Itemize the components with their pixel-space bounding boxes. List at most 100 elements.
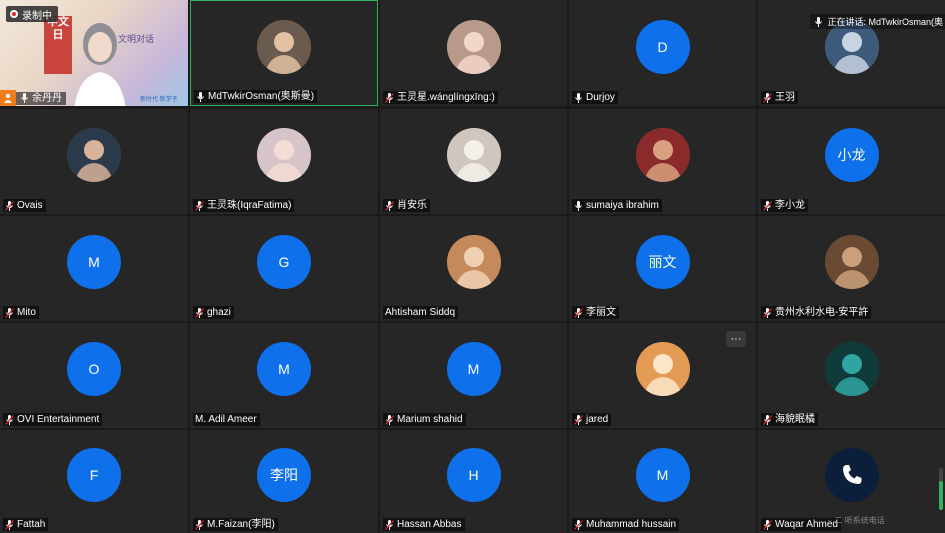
participant-tile[interactable]: 王灵珠(IqraFatima) — [190, 109, 378, 214]
microphone-muted-icon — [763, 519, 772, 530]
self-video-tile[interactable]: 中文日 文明对话 新时代 新学子 录制中 余丹丹 — [0, 0, 188, 106]
participant-name: M. Adil Ameer — [195, 414, 257, 425]
participant-tile[interactable]: Ovais — [0, 109, 188, 214]
participant-name: 王羽 — [775, 92, 795, 103]
microphone-muted-icon — [195, 519, 204, 530]
initial-avatar: G — [257, 235, 311, 290]
speaking-label: 正在讲话: MdTwkirOsman(奥 — [827, 17, 943, 27]
profile-photo — [257, 19, 311, 74]
participant-name: Durjoy — [586, 92, 615, 103]
avatar-initial: M — [88, 254, 100, 271]
participant-name: 肖安乐 — [397, 200, 427, 211]
participant-tile[interactable]: D Durjoy — [569, 0, 756, 106]
avatar-initial: D — [657, 38, 668, 55]
participant-name-badge: 李小龙 — [761, 199, 808, 212]
profile-photo — [635, 342, 690, 397]
record-icon — [10, 10, 18, 18]
participant-name: sumaiya ibrahim — [586, 200, 659, 211]
participant-name: jared — [586, 414, 609, 425]
initial-avatar: M — [446, 342, 501, 397]
participant-tile[interactable]: F Fattah — [0, 430, 188, 533]
video-gallery: 中文日 文明对话 新时代 新学子 录制中 余丹丹 MdTwkirOsman(奥斯… — [0, 0, 945, 533]
profile-photo — [824, 342, 879, 397]
participant-tile[interactable]: 李阳 M.Faizan(李阳) — [190, 430, 378, 533]
participant-name-badge: ghazi — [193, 306, 234, 319]
avatar-initial: M — [656, 467, 669, 484]
participant-tile[interactable]: H Hassan Abbas — [380, 430, 567, 533]
avatar-initial: 小龙 — [837, 147, 866, 164]
participant-name: OVI Entertainment — [17, 414, 100, 425]
participant-name: Fattah — [17, 519, 46, 530]
participant-name-badge: M. Adil Ameer — [193, 413, 260, 426]
participant-name-badge: 王灵珠(IqraFatima) — [193, 199, 295, 212]
participant-tile[interactable]: M Mito — [0, 216, 188, 321]
participant-tile[interactable]: 王灵星.wánglíngxīng:) — [380, 0, 567, 106]
recording-indicator[interactable]: 录制中 — [6, 6, 58, 22]
initial-avatar: F — [67, 448, 121, 503]
microphone-muted-icon — [5, 519, 14, 530]
participant-name-badge: 海貌眠橘 — [761, 413, 818, 426]
microphone-icon — [196, 91, 205, 102]
profile-photo — [257, 128, 311, 183]
participant-tile[interactable]: 贵州水利水电-安平許 — [758, 216, 945, 321]
participant-name-badge: Mito — [3, 306, 39, 319]
microphone-muted-icon — [574, 414, 583, 425]
participant-name-badge: sumaiya ibrahim — [572, 199, 662, 212]
profile-photo — [635, 128, 690, 183]
participant-name-badge: 肖安乐 — [383, 199, 430, 212]
initial-avatar: D — [635, 19, 690, 74]
microphone-muted-icon — [385, 92, 394, 103]
participant-tile[interactable]: O OVI Entertainment — [0, 323, 188, 428]
participant-tile[interactable]: MdTwkirOsman(奥斯曼) — [190, 0, 378, 106]
more-options-button[interactable]: ··· — [726, 331, 746, 347]
microphone-muted-icon — [385, 200, 394, 211]
recording-label: 录制中 — [22, 10, 52, 22]
initial-avatar: 丽文 — [635, 235, 690, 290]
microphone-muted-icon — [763, 307, 772, 318]
self-name: 余丹丹 — [32, 92, 62, 104]
microphone-icon — [814, 16, 823, 27]
participant-tile[interactable]: sumaiya ibrahim — [569, 109, 756, 214]
microphone-icon — [20, 93, 29, 103]
participant-tile[interactable]: 丽文李丽文 — [569, 216, 756, 321]
participant-tile[interactable]: M Marium shahid — [380, 323, 567, 428]
participant-tile[interactable]: 海貌眠橘 — [758, 323, 945, 428]
banner-subtext: 新时代 新学子 — [140, 97, 178, 103]
participant-tile[interactable]: Ahtisham Siddq — [380, 216, 567, 321]
participant-tile[interactable]: ··· jared — [569, 323, 756, 428]
participant-tile[interactable]: M Muhammad hussain — [569, 430, 756, 533]
participant-name-badge: 王灵星.wánglíngxīng:) — [383, 91, 498, 104]
avatar-initial: H — [468, 467, 479, 484]
participant-name: 贵州水利水电-安平許 — [775, 307, 869, 318]
avatar-initial: 丽文 — [648, 254, 677, 271]
participant-name: 李小龙 — [775, 200, 805, 211]
participant-name: Muhammad hussain — [586, 519, 677, 530]
participant-name-badge: M.Faizan(李阳) — [193, 518, 278, 531]
participant-name: 王灵珠(IqraFatima) — [207, 200, 292, 211]
microphone-muted-icon — [763, 200, 772, 211]
participant-name-badge: Durjoy — [572, 91, 618, 104]
profile-photo — [824, 235, 879, 290]
microphone-muted-icon — [385, 414, 394, 425]
profile-photo — [67, 128, 121, 183]
participant-name: 李丽文 — [586, 307, 616, 318]
participant-name: M.Faizan(李阳) — [207, 519, 275, 530]
participant-name: MdTwkirOsman(奥斯曼) — [208, 91, 315, 102]
initial-avatar: O — [67, 342, 121, 397]
participant-name-badge: Fattah — [3, 518, 49, 531]
participant-name-badge: 李丽文 — [572, 306, 619, 319]
participant-tile[interactable]: 肖安乐 — [380, 109, 567, 214]
active-speaker-indicator: 正在讲话: MdTwkirOsman(奥 — [810, 14, 945, 29]
initial-avatar: M — [67, 235, 121, 290]
avatar-initial: G — [278, 254, 290, 271]
participant-name: Ahtisham Siddq — [385, 307, 456, 318]
banner-text: 文明对话 — [118, 34, 155, 44]
microphone-muted-icon — [385, 519, 394, 530]
participant-name-badge: Ovais — [3, 199, 46, 212]
participant-name-badge: Muhammad hussain — [572, 518, 680, 531]
participant-name-badge: Marium shahid — [383, 413, 466, 426]
participant-tile[interactable]: M M. Adil Ameer — [190, 323, 378, 428]
phone-icon — [824, 448, 879, 503]
participant-tile[interactable]: Gghazi — [190, 216, 378, 321]
participant-tile[interactable]: 小龙李小龙 — [758, 109, 945, 214]
